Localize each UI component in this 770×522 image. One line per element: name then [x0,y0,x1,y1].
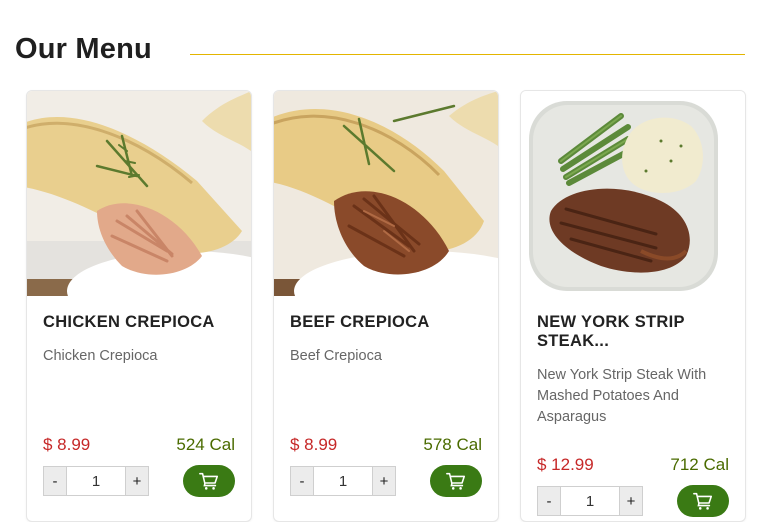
item-price: $ 12.99 [537,455,594,474]
quantity-decrease-button[interactable]: - [43,466,67,496]
quantity-input[interactable] [561,486,619,516]
item-description: New York Strip Steak With Mashed Potatoe… [537,367,707,425]
menu-card-chicken-crepioca[interactable]: CHICKEN CREPIOCA Chicken Crepioca $ 8.99… [26,90,252,522]
steak-plate-photo [521,91,745,296]
item-description: Chicken Crepioca [43,348,158,364]
item-price: $ 8.99 [43,435,91,454]
quantity-input[interactable] [67,466,125,496]
quantity-increase-button[interactable]: + [372,466,396,496]
item-price: $ 8.99 [290,435,338,454]
shopping-cart-icon [445,470,467,492]
title-divider [190,54,745,55]
menu-card-new-york-strip-steak[interactable]: NEW YORK STRIP STEAK... New York Strip S… [520,90,746,522]
quantity-increase-button[interactable]: + [619,486,643,516]
item-name: CHICKEN CREPIOCA [43,313,215,331]
quantity-increase-button[interactable]: + [125,466,149,496]
shopping-cart-icon [198,470,220,492]
add-to-cart-button[interactable] [430,465,482,497]
menu-card-beef-crepioca[interactable]: BEEF CREPIOCA Beef Crepioca $ 8.99 578 C… [273,90,499,522]
chicken-crepioca-photo [27,91,251,296]
item-name: BEEF CREPIOCA [290,313,430,331]
beef-crepioca-photo [274,91,498,296]
item-name: NEW YORK STRIP STEAK... [537,313,685,350]
item-calories: 524 Cal [176,435,235,454]
shopping-cart-icon [692,490,714,512]
quantity-decrease-button[interactable]: - [290,466,314,496]
quantity-decrease-button[interactable]: - [537,486,561,516]
page-title: Our Menu [15,33,152,65]
add-to-cart-button[interactable] [677,485,729,517]
quantity-input[interactable] [314,466,372,496]
menu-header: Our Menu [15,33,745,73]
item-description: Beef Crepioca [290,348,382,364]
add-to-cart-button[interactable] [183,465,235,497]
item-calories: 578 Cal [423,435,482,454]
item-calories: 712 Cal [670,455,729,474]
